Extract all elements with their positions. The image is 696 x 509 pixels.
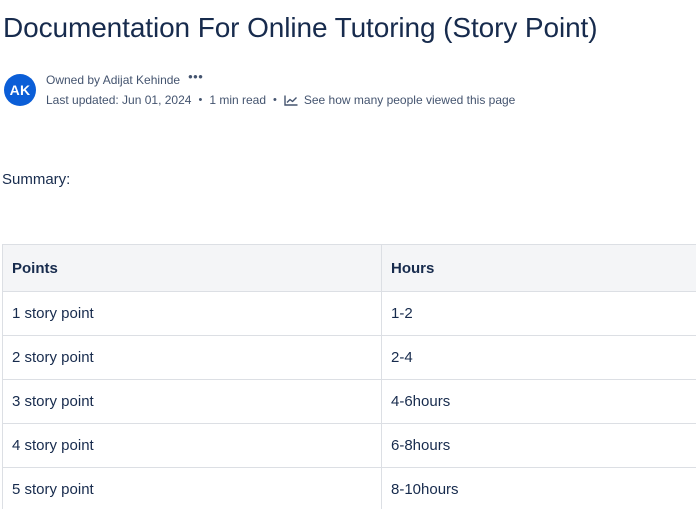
points-cell: 4 story point (2, 423, 382, 468)
page-byline: AK Owned by Adijat Kehinde ••• Last upda… (4, 70, 694, 109)
owner-line: Owned by Adijat Kehinde ••• (46, 70, 203, 87)
points-cell: 2 story point (2, 335, 382, 380)
table-row: 5 story point 8-10hours (2, 467, 696, 509)
column-header-hours: Hours (381, 244, 696, 292)
page-title: Documentation For Online Tutoring (Story… (3, 12, 598, 43)
summary-label: Summary: (2, 171, 71, 188)
points-cell: 3 story point (2, 379, 382, 424)
read-time-text: 1 min read (209, 93, 267, 107)
hours-cell: 1-2 (381, 291, 696, 336)
story-points-table: Points Hours 1 story point 1-2 2 story p… (2, 244, 696, 509)
table-row: 4 story point 6-8hours (2, 423, 696, 468)
hours-cell: 8-10hours (381, 467, 696, 509)
avatar[interactable]: AK (4, 74, 36, 106)
separator-dot: • (273, 94, 277, 106)
hours-cell: 2-4 (381, 335, 696, 380)
ellipsis-icon[interactable]: ••• (188, 70, 203, 83)
page-views-link[interactable]: See how many people viewed this page (304, 93, 515, 107)
owner-text[interactable]: Owned by Adijat Kehinde (46, 73, 180, 87)
last-updated-text: Last updated: Jun 01, 2024 (46, 93, 192, 107)
column-header-points: Points (2, 244, 382, 292)
table-row: 2 story point 2-4 (2, 335, 696, 380)
confluence-page: Documentation For Online Tutoring (Story… (0, 0, 696, 509)
table-header-row: Points Hours (2, 244, 696, 292)
separator-dot: • (198, 94, 203, 106)
page-metadata: Last updated: Jun 01, 2024 • 1 min read … (46, 93, 515, 107)
hours-cell: 6-8hours (381, 423, 696, 468)
hours-cell: 4-6hours (381, 379, 696, 424)
table-row: 3 story point 4-6hours (2, 379, 696, 424)
points-cell: 5 story point (2, 467, 382, 509)
points-cell: 1 story point (2, 291, 382, 336)
table-row: 1 story point 1-2 (2, 291, 696, 336)
analytics-icon[interactable] (284, 95, 298, 106)
